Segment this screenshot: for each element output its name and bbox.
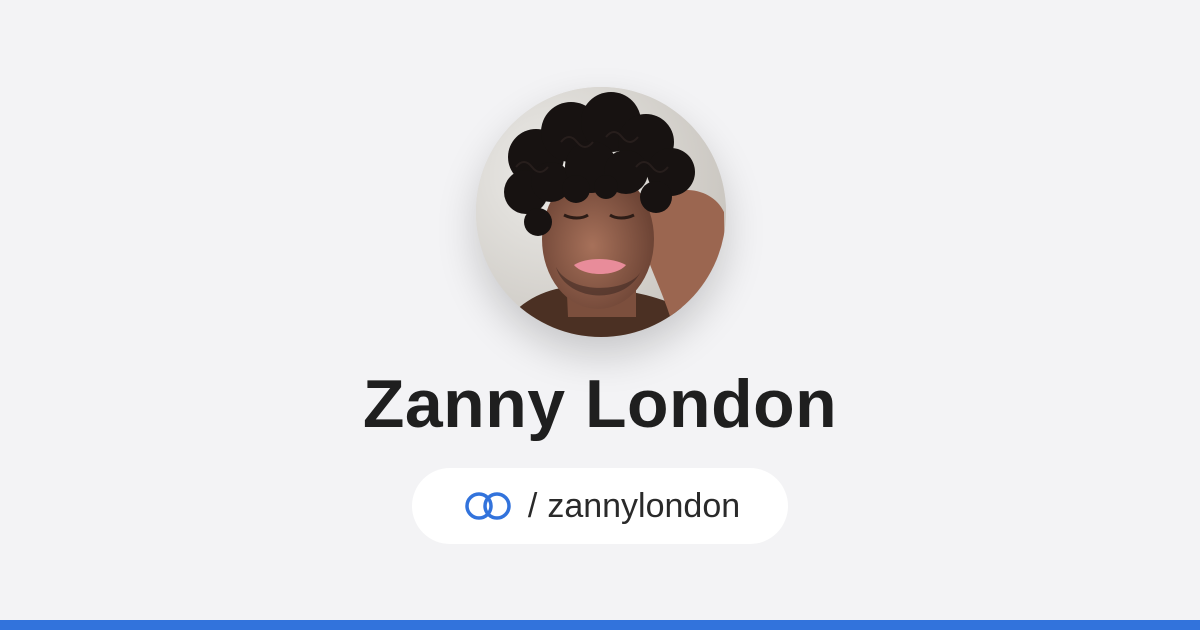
brand-accent-bar [0, 620, 1200, 630]
avatar [476, 87, 726, 337]
profile-name: Zanny London [362, 366, 838, 442]
profile-handle: zannylondon [547, 487, 741, 525]
linked-rings-icon [460, 488, 516, 524]
profile-share-card: Zanny London / zannylondon [0, 0, 1200, 630]
avatar-photo [476, 87, 726, 337]
handle-separator: / [527, 487, 538, 525]
profile-handle-link[interactable]: / zannylondon [412, 468, 788, 544]
